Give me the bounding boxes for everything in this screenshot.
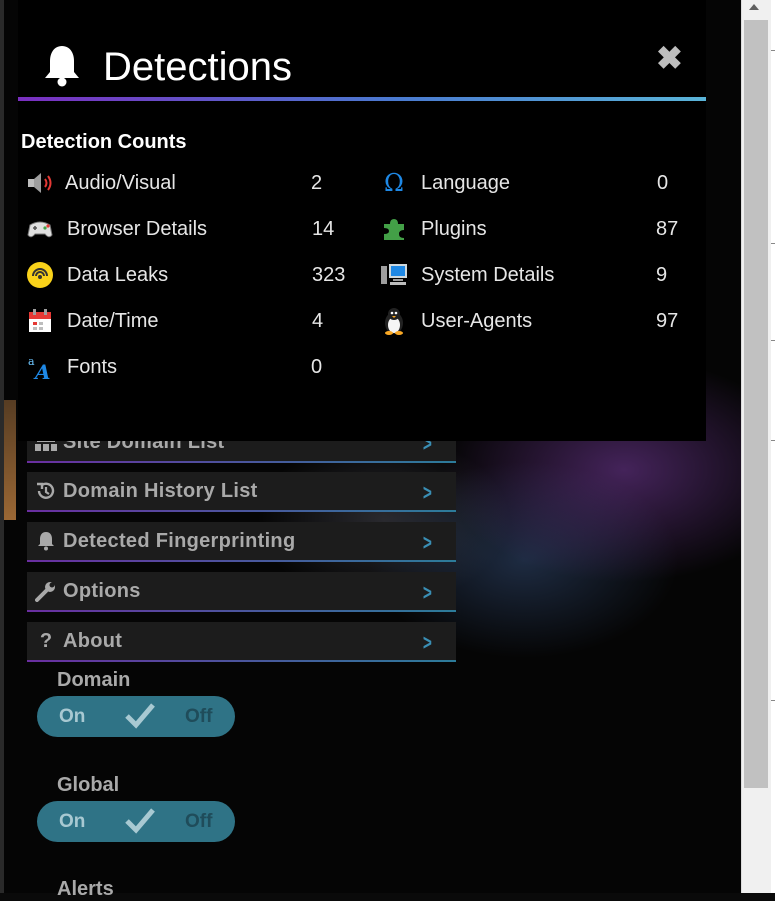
svg-text:A: A	[33, 360, 51, 381]
menu-item-label: About	[63, 629, 123, 652]
vertical-scrollbar[interactable]	[741, 0, 771, 893]
modal-header: Detections ✖	[18, 0, 706, 100]
detection-count: 2	[311, 171, 323, 194]
detection-count: 97	[656, 309, 679, 332]
chevron-right-icon: >	[423, 580, 433, 605]
host-page-edge	[771, 0, 775, 893]
global-toggle-label: Global	[57, 774, 120, 796]
signal-icon	[26, 261, 54, 289]
font-icon: aA	[26, 353, 54, 381]
domain-toggle-switch[interactable]: On Off	[37, 696, 235, 737]
speaker-icon	[26, 169, 54, 197]
toggle-on-label: On	[59, 705, 86, 727]
global-toggle-switch[interactable]: On Off	[37, 801, 235, 842]
detection-name: Audio/Visual	[65, 171, 176, 194]
title-divider	[18, 97, 706, 101]
chevron-right-icon: >	[423, 530, 433, 555]
penguin-icon	[380, 307, 408, 335]
toggle-on-label: On	[59, 810, 86, 832]
menu-item-domain-history-list[interactable]: Domain History List >	[27, 472, 456, 512]
chevron-right-icon: >	[423, 480, 433, 505]
detection-name: Browser Details	[67, 217, 208, 240]
puzzle-icon	[380, 215, 408, 243]
checkmark-icon	[125, 703, 155, 729]
detection-count: 323	[312, 263, 346, 286]
gamepad-icon	[26, 215, 54, 243]
detection-count: 9	[656, 263, 668, 286]
detection-count: 0	[657, 171, 669, 194]
modal-title: Detections	[103, 45, 292, 89]
menu-item-label: Domain History List	[63, 479, 258, 502]
toggle-off-label: Off	[185, 810, 213, 832]
menu-item-options[interactable]: Options >	[27, 572, 456, 612]
omega-icon: Ω	[384, 169, 404, 197]
scrollbar-thumb[interactable]	[744, 20, 768, 788]
detection-name: Fonts	[67, 355, 118, 378]
bell-icon	[33, 531, 59, 551]
detection-count: 4	[312, 309, 324, 332]
checkmark-icon	[125, 808, 155, 834]
section-title: Detection Counts	[21, 131, 187, 153]
calendar-icon	[26, 307, 54, 335]
domain-toggle-label: Domain	[57, 669, 131, 691]
detection-count: 0	[311, 355, 323, 378]
detection-name: Plugins	[421, 217, 487, 240]
detections-modal: Detections ✖ Detection Counts Audio/Visu…	[18, 0, 706, 441]
detection-count: 87	[656, 217, 679, 240]
bell-icon	[45, 46, 79, 87]
menu-item-about[interactable]: ? About >	[27, 622, 456, 662]
scroll-up-arrow-icon[interactable]	[749, 4, 759, 10]
wrench-icon	[33, 580, 59, 602]
detection-name: User-Agents	[421, 309, 533, 332]
detection-name: Language	[421, 171, 510, 194]
toggle-off-label: Off	[185, 705, 213, 727]
menu-item-label: Detected Fingerprinting	[63, 529, 296, 552]
computer-icon	[380, 261, 408, 289]
alerts-label: Alerts	[57, 878, 114, 900]
detection-count: 14	[312, 217, 335, 240]
detection-name: Data Leaks	[67, 263, 169, 286]
question-icon: ?	[39, 629, 53, 652]
close-icon[interactable]: ✖	[656, 42, 683, 74]
left-accent-strip	[4, 400, 16, 520]
detection-name: System Details	[421, 263, 555, 286]
detection-name: Date/Time	[67, 309, 159, 332]
svg-text:a: a	[28, 355, 35, 368]
menu-item-label: Options	[63, 579, 141, 602]
menu-item-detected-fingerprinting[interactable]: Detected Fingerprinting >	[27, 522, 456, 562]
history-icon	[33, 480, 59, 502]
chevron-right-icon: >	[423, 630, 433, 655]
